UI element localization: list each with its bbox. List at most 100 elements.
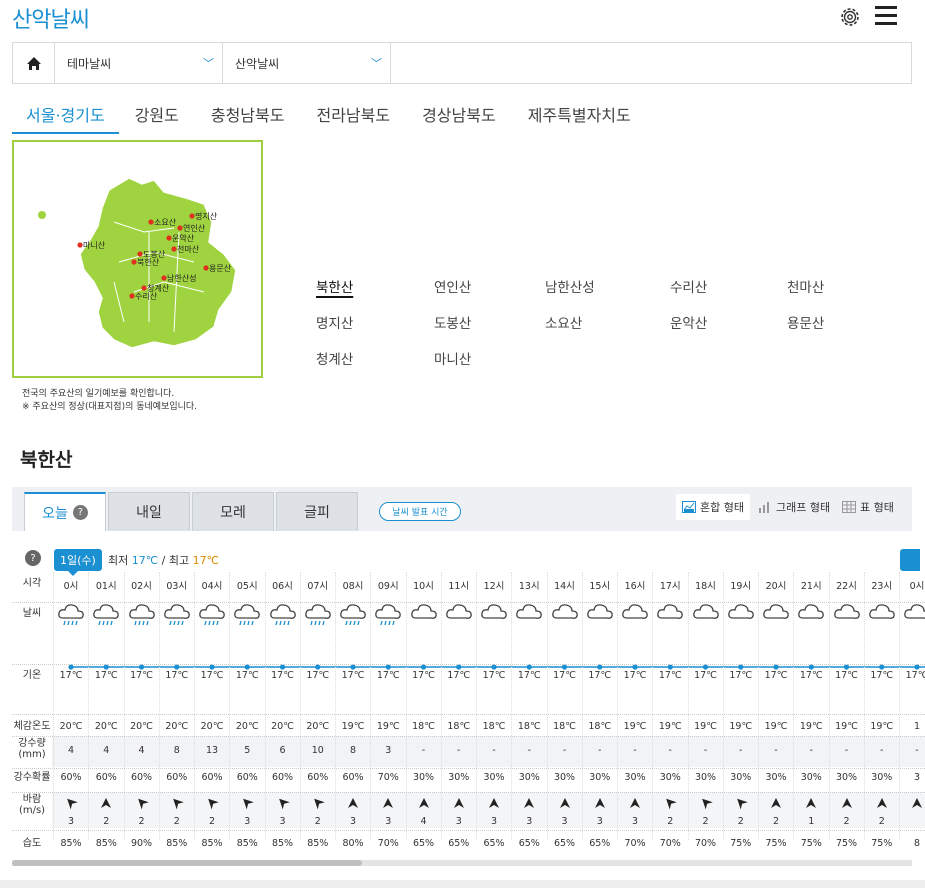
horizontal-scrollbar[interactable] — [12, 860, 912, 866]
row-divider — [12, 714, 925, 715]
mountain-weather-select[interactable]: 산악날씨 ﹀ — [223, 43, 391, 83]
map-label[interactable]: 명지산 — [195, 211, 218, 221]
mountain-link[interactable]: 마니산 — [434, 348, 471, 368]
map-label[interactable]: 천마산 — [177, 244, 200, 254]
day-tab-bar: 오늘 ? 내일 모레 글피 날씨 발표 시간 혼합 형태 그래프 형태 표 형태 — [12, 487, 912, 531]
tab-region[interactable]: 제주특별자치도 — [512, 98, 647, 134]
map-label[interactable]: 운악산 — [172, 233, 195, 243]
cell-prob: 60% — [166, 772, 188, 783]
mountain-link[interactable]: 연인산 — [434, 276, 471, 296]
temp-point — [808, 664, 814, 670]
map-marker[interactable] — [161, 275, 167, 281]
map-label[interactable]: 수리산 — [135, 291, 158, 301]
tab-today[interactable]: 오늘 ? — [24, 492, 106, 531]
rain-cloud-icon — [269, 602, 297, 632]
cell-prob: 30% — [412, 772, 435, 783]
scroll-thumb[interactable] — [12, 860, 362, 866]
home-icon[interactable] — [13, 43, 55, 83]
row-divider — [12, 664, 925, 665]
region-map[interactable]: 소요산 명지산 연인산 운악산 천마산 마니산 도봉산 북한산 용문산 남한산성 청계산 수리산 — [12, 140, 263, 378]
help-icon[interactable]: ? — [25, 550, 41, 566]
mountain-link[interactable]: 천마산 — [787, 276, 824, 296]
next-date-badge[interactable] — [900, 549, 920, 571]
tab-region[interactable]: 충청남북도 — [195, 98, 301, 134]
mountain-link[interactable]: 도봉산 — [434, 312, 471, 332]
temp-point — [209, 664, 215, 670]
cell-wind-speed: 2 — [208, 816, 216, 827]
mountain-link[interactable]: 청계산 — [316, 348, 353, 368]
map-label[interactable]: 마니산 — [83, 240, 106, 250]
mountain-link[interactable]: 명지산 — [316, 312, 353, 332]
map-marker[interactable] — [148, 219, 154, 225]
tab-region[interactable]: 전라남북도 — [300, 98, 406, 134]
tab-region[interactable]: 서울·경기도 — [12, 98, 119, 134]
max-label: 최고 — [168, 554, 190, 567]
mountain-link[interactable]: 북한산 — [316, 276, 353, 296]
cloud-icon — [586, 602, 614, 632]
temp-point — [456, 664, 462, 670]
map-marker[interactable] — [177, 225, 183, 231]
map-label[interactable]: 용문산 — [209, 263, 232, 273]
mountain-link[interactable]: 용문산 — [787, 312, 824, 332]
mountain-link[interactable]: 소요산 — [545, 312, 582, 332]
cell-hours: 05시 — [236, 581, 258, 592]
rain-cloud-icon — [374, 602, 402, 632]
hamburger-menu-icon[interactable] — [875, 6, 897, 26]
cell-temp: 17℃ — [482, 670, 506, 681]
cell-temp: 17℃ — [130, 670, 153, 681]
rain-cloud-icon — [92, 602, 120, 632]
mountain-link[interactable]: 남한산성 — [545, 276, 595, 296]
map-marker[interactable] — [141, 285, 147, 291]
temp-point — [138, 664, 145, 670]
view-graph-button[interactable]: 그래프 형태 — [752, 494, 836, 520]
wind-arrow-icon — [909, 796, 923, 810]
tab-glpi[interactable]: 글피 — [276, 492, 358, 531]
temp-point — [773, 664, 779, 670]
map-label[interactable]: 남한산성 — [167, 273, 196, 283]
col-divider — [88, 572, 90, 840]
cell-humidity: 65% — [483, 838, 505, 849]
tab-region[interactable]: 강원도 — [119, 98, 195, 134]
theme-weather-select[interactable]: 테마날씨 ﹀ — [55, 43, 223, 83]
cell-temp: 17℃ — [764, 670, 788, 681]
cell-humidity: 85% — [166, 838, 188, 849]
tab-tomorrow[interactable]: 내일 — [108, 492, 190, 531]
cell-humidity: 65% — [412, 838, 435, 849]
cell-hours: 07시 — [307, 581, 329, 592]
tab-region[interactable]: 경상남북도 — [406, 98, 512, 134]
col-divider — [722, 572, 724, 840]
cell-prob: 30% — [871, 772, 893, 783]
map-marker[interactable] — [137, 251, 143, 257]
map-marker[interactable] — [203, 265, 209, 271]
map-marker[interactable] — [171, 246, 177, 252]
map-marker[interactable] — [166, 235, 172, 241]
cell-temp: 17℃ — [341, 670, 365, 681]
cell-wind-speed: 4 — [420, 816, 427, 827]
col-divider — [828, 572, 830, 840]
tab-day-after[interactable]: 모레 — [192, 492, 274, 531]
map-label[interactable]: 북한산 — [137, 257, 160, 267]
mountain-link[interactable]: 수리산 — [670, 276, 707, 296]
map-marker[interactable] — [131, 259, 137, 265]
cell-humidity: 75% — [800, 838, 822, 849]
map-label[interactable]: 소요산 — [154, 217, 177, 227]
cell-feel: 19℃ — [694, 721, 717, 732]
settings-gear-icon[interactable] — [838, 5, 862, 29]
rain-cloud-icon — [128, 602, 156, 632]
min-label: 최저 — [108, 554, 129, 567]
help-icon[interactable]: ? — [72, 505, 88, 520]
map-marker[interactable] — [189, 213, 195, 219]
map-label[interactable]: 연인산 — [183, 223, 206, 233]
view-table-button[interactable]: 표 형태 — [836, 494, 900, 520]
col-divider — [335, 572, 336, 840]
publish-time-button[interactable]: 날씨 발표 시간 — [379, 502, 461, 521]
map-marker[interactable] — [129, 293, 135, 299]
cell-temp: 17℃ — [799, 670, 823, 681]
temp-point — [103, 664, 109, 670]
view-mixed-button[interactable]: 혼합 형태 — [676, 494, 750, 520]
map-marker[interactable] — [77, 242, 83, 248]
cloud-icon — [480, 602, 508, 632]
mountain-link[interactable]: 운악산 — [670, 312, 707, 332]
cell-feel: 20℃ — [200, 721, 224, 732]
temp-point — [632, 664, 638, 670]
